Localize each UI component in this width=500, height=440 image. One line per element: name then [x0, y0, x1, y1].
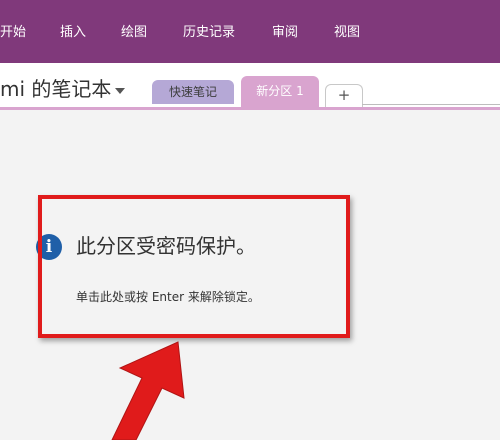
annotation-arrow-shape [111, 341, 185, 440]
annotation-arrow [111, 341, 185, 440]
